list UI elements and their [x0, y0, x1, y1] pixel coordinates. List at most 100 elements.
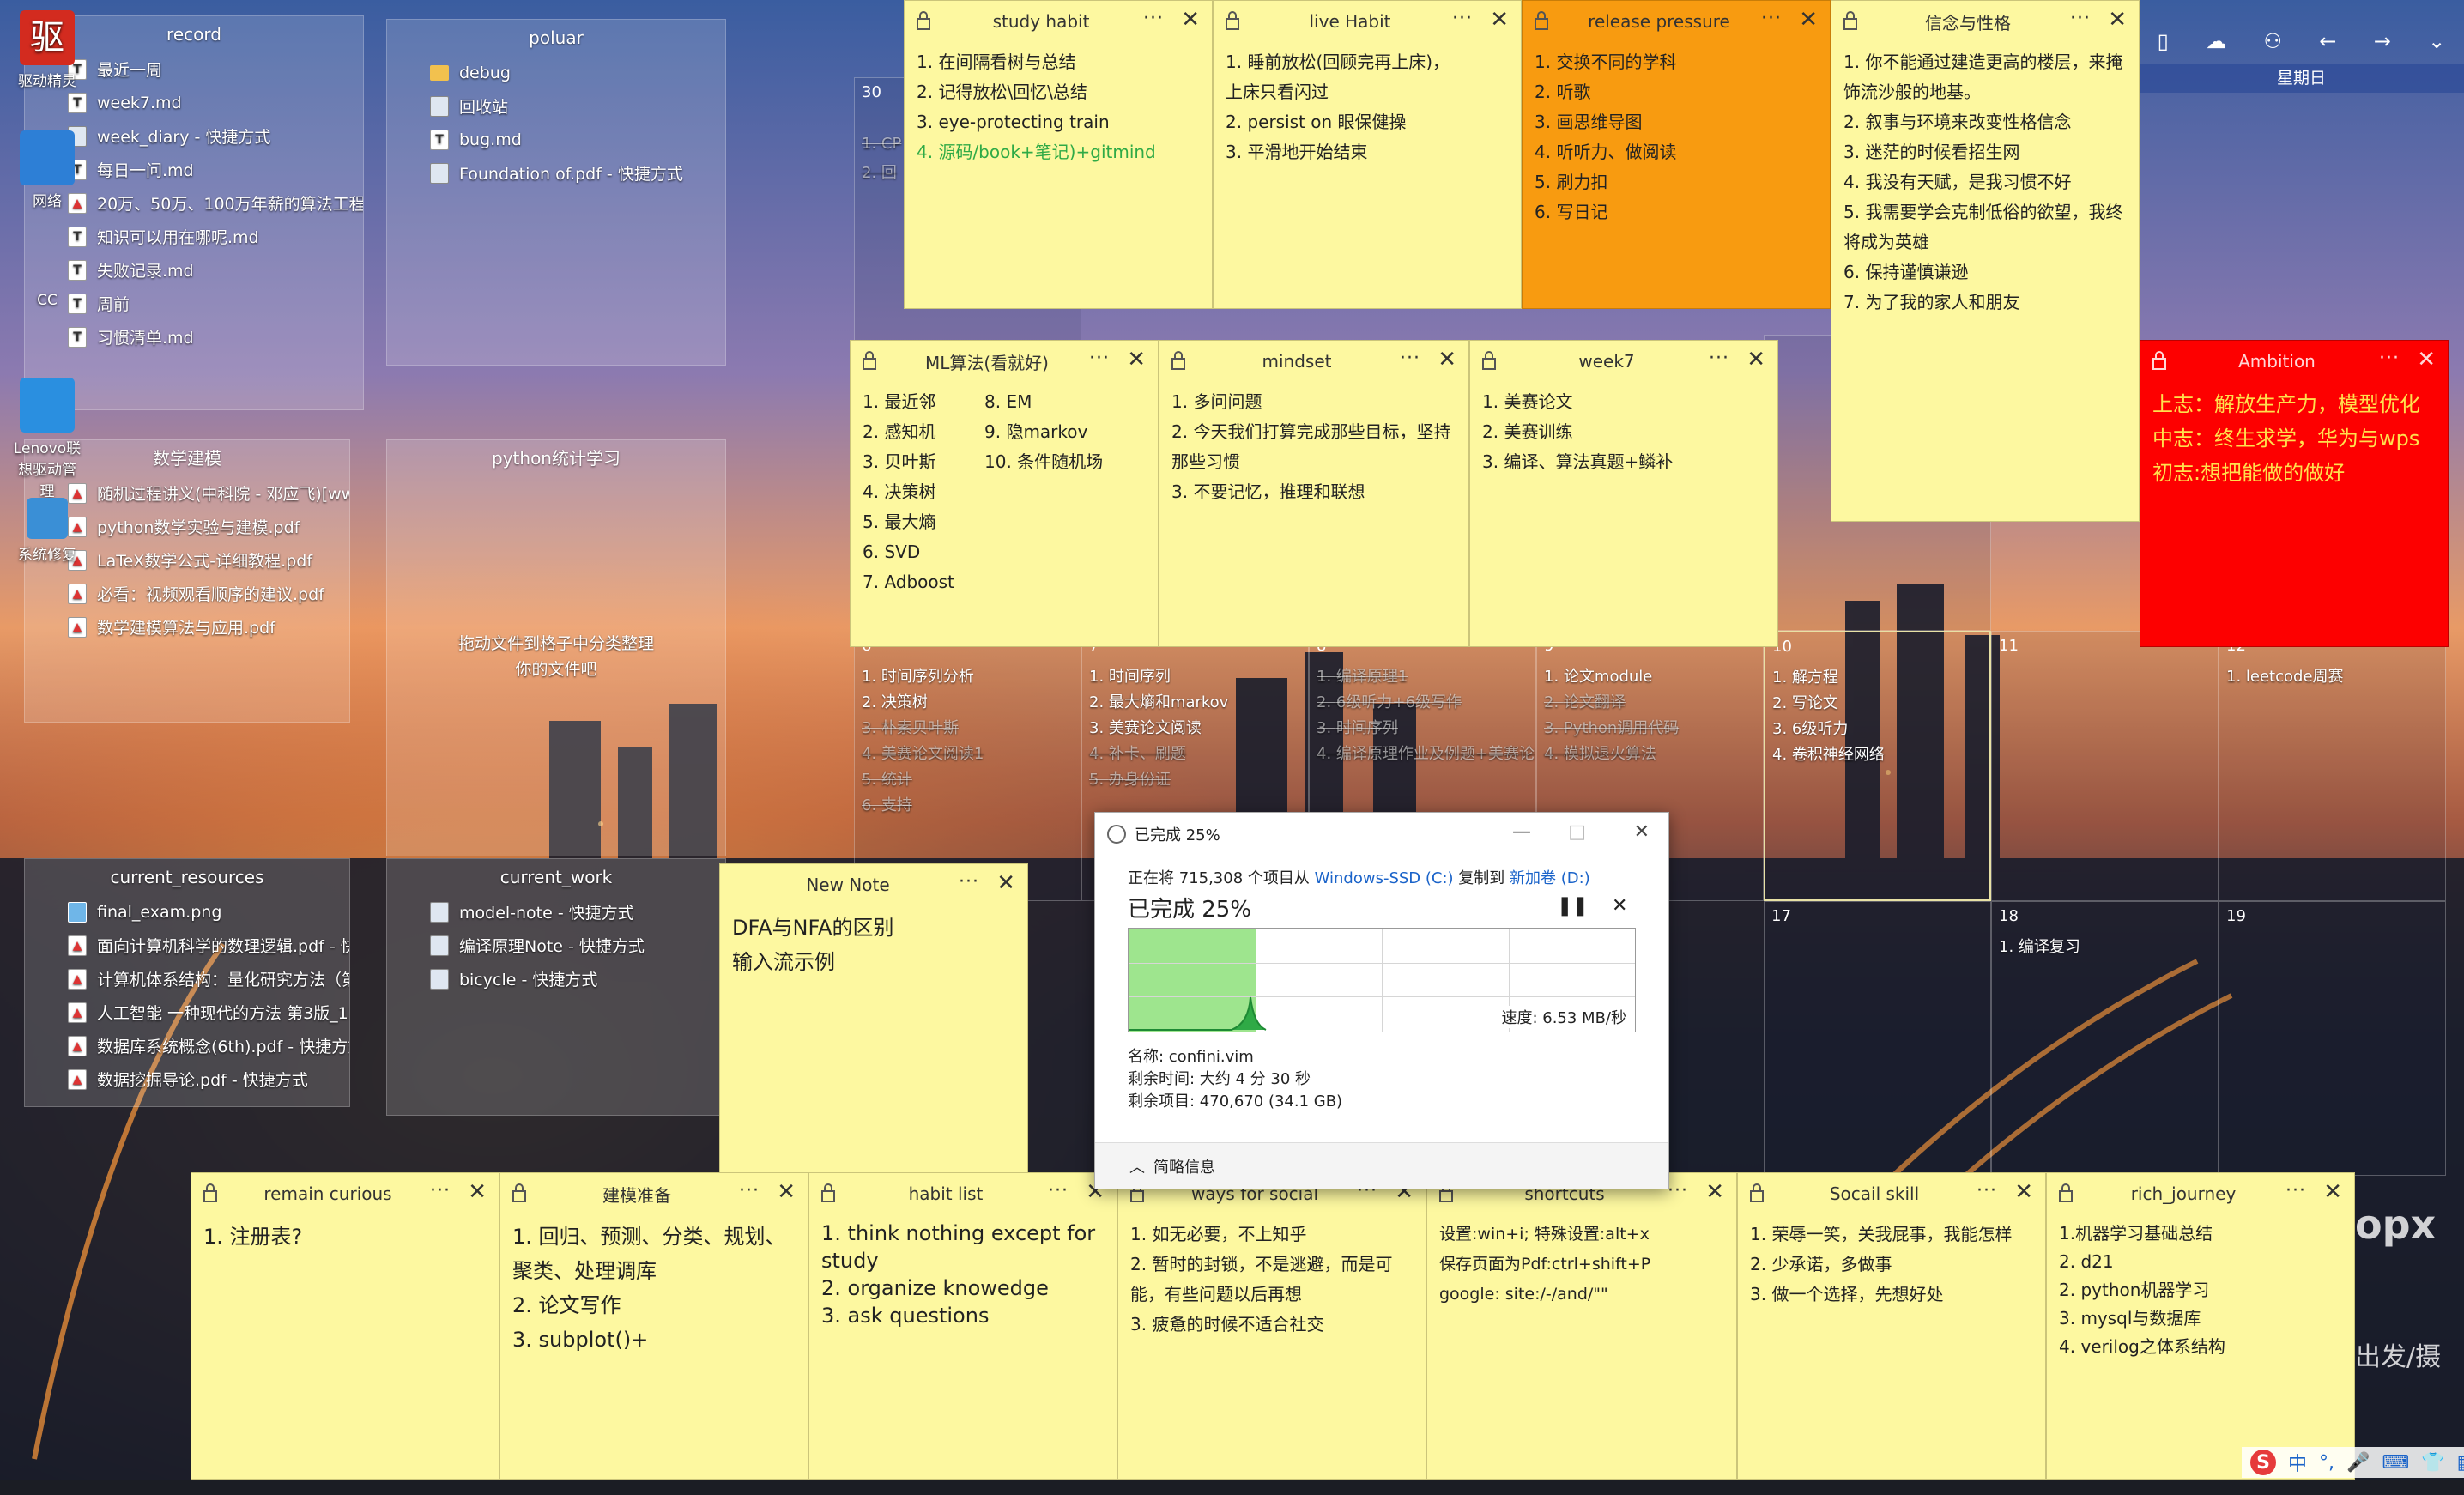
- note-body[interactable]: 1. 回归、预测、分类、规划、聚类、处理调库 2. 论文写作 3. subplot(…: [500, 1214, 808, 1362]
- pause-icon[interactable]: ❚❚: [1557, 895, 1589, 917]
- calendar-task[interactable]: 1. 论文module: [1544, 664, 1652, 687]
- lock-icon[interactable]: [917, 11, 930, 30]
- fence-file-item[interactable]: T 失败记录.md: [25, 253, 363, 287]
- shirt-icon[interactable]: 👕: [2421, 1452, 2444, 1474]
- more-icon[interactable]: ···: [1709, 348, 1729, 369]
- calendar-task[interactable]: 4. 卷积神经网络: [1772, 742, 1885, 765]
- fence-file-item[interactable]: debug: [387, 56, 725, 89]
- calendar-task[interactable]: 1. 时间序列: [1089, 664, 1171, 687]
- lock-icon[interactable]: [821, 1183, 835, 1202]
- calendar-task[interactable]: 2. 最大熵和markov: [1089, 690, 1228, 712]
- calendar-task[interactable]: 3. 美赛论文阅读: [1089, 716, 1202, 738]
- lock-icon[interactable]: [512, 1183, 526, 1202]
- calendar-task[interactable]: 1. 解方程: [1772, 665, 1838, 687]
- note-body[interactable]: 1. 美赛论文 2. 美赛训练 3. 编译、算法真题+鳞补: [1470, 382, 1777, 482]
- fence-file-item[interactable]: Foundation of.pdf - 快捷方式: [387, 156, 725, 190]
- microphone-icon[interactable]: 🎤: [2346, 1452, 2370, 1474]
- fence-file-item[interactable]: 编译原理Note - 快捷方式: [387, 929, 725, 962]
- note-social-skill[interactable]: Socail skill ··· ✕ 1. 荣辱一笑，关我屁事，我能怎样 2. 少承诺…: [1737, 1172, 2046, 1480]
- lock-icon[interactable]: [1535, 11, 1548, 30]
- note-shortcuts[interactable]: shortcuts ··· ✕ 设置:win+i; 特殊设置:alt+x 保存页面为P…: [1426, 1172, 1737, 1480]
- calendar-task[interactable]: 5. 统计: [862, 767, 912, 790]
- note-new-note[interactable]: New Note ··· ✕ DFA与NFA的区别 输入流示例: [719, 863, 1028, 1174]
- close-icon[interactable]: ✕: [996, 871, 1015, 895]
- more-icon[interactable]: ···: [430, 1180, 451, 1201]
- close-icon[interactable]: ✕: [1127, 348, 1146, 372]
- calendar-day-cell[interactable]: 18 1. 编译复习: [1991, 901, 2219, 1176]
- fence-file-item[interactable]: model-note - 快捷方式: [387, 895, 725, 929]
- more-icon[interactable]: ···: [1761, 8, 1782, 29]
- calendar-task[interactable]: 4. 编译原理作业及例题+美赛论文: [1317, 741, 1535, 764]
- calendar-task[interactable]: 4. 模拟退火算法: [1544, 741, 1656, 764]
- calendar-day-cell[interactable]: 10 1. 解方程 2. 写论文 3. 6级听力 4. 卷积神经网络: [1764, 631, 1991, 901]
- driver-genius-shortcut[interactable]: 驱 驱动精灵: [12, 10, 82, 90]
- note-habit-list[interactable]: habit list ··· ✕ 1. think nothing except f…: [808, 1172, 1117, 1480]
- calendar-task[interactable]: 1. CP: [862, 135, 901, 153]
- calendar-task[interactable]: 6. 支持: [862, 793, 912, 815]
- close-icon[interactable]: ✕: [1705, 1180, 1724, 1204]
- more-icon[interactable]: ···: [1089, 348, 1110, 369]
- calendar-task[interactable]: 3. 时间序列: [1317, 716, 1398, 738]
- lock-icon[interactable]: [1171, 351, 1185, 370]
- calendar-day-cell[interactable]: 19: [2219, 901, 2446, 1176]
- lock-icon[interactable]: [203, 1183, 217, 1202]
- lenovo-driver-shortcut[interactable]: Lenovo联想驱动管理: [12, 378, 82, 500]
- note-belief[interactable]: 信念与性格 ··· ✕ 1. 你不能通过建造更高的楼层，来掩饰流沙般的地基。 2. 叙…: [1831, 0, 2140, 522]
- close-icon[interactable]: ✕: [1490, 8, 1509, 32]
- more-icon[interactable]: ···: [739, 1180, 760, 1201]
- system-repair-shortcut[interactable]: 系统修复: [12, 498, 82, 564]
- source-link[interactable]: Windows-SSD (C:): [1315, 869, 1454, 887]
- calendar-task[interactable]: 1. 编译原理1: [1317, 664, 1408, 687]
- ime-mode[interactable]: 中: [2288, 1449, 2307, 1476]
- close-icon[interactable]: ✕: [1799, 8, 1818, 32]
- note-body[interactable]: 1. 多问问题 2. 今天我们打算完成那些目标，坚持那些习惯 3. 不要记忆，推理和…: [1159, 382, 1468, 512]
- cc-shortcut[interactable]: CC: [12, 292, 82, 309]
- network-shortcut[interactable]: 网络: [12, 130, 82, 210]
- keyboard-icon[interactable]: ⌨: [2382, 1452, 2409, 1474]
- close-icon[interactable]: ✕: [2014, 1180, 2033, 1204]
- lock-icon[interactable]: [2059, 1183, 2073, 1202]
- close-icon[interactable]: ✕: [1181, 8, 1200, 32]
- maximize-icon[interactable]: □: [1568, 821, 1586, 843]
- more-icon[interactable]: ···: [1400, 348, 1420, 369]
- lock-icon[interactable]: [2152, 351, 2166, 370]
- sogou-icon[interactable]: S: [2250, 1450, 2276, 1475]
- fence-file-item[interactable]: 回收站: [387, 89, 725, 123]
- calendar-day-cell[interactable]: 17: [1764, 901, 1991, 1176]
- note-rich-journey[interactable]: rich_journey ··· ✕ 1.机器学习基础总结 2. d21 2. pyth…: [2046, 1172, 2355, 1480]
- fence-file-item[interactable]: Tweek7.md: [25, 86, 363, 119]
- note-study-habit[interactable]: study habit ··· ✕ 1. 在间隔看树与总结 2. 记得放松\回忆\总…: [904, 0, 1213, 309]
- more-icon[interactable]: ···: [1048, 1180, 1069, 1201]
- close-icon[interactable]: ✕: [468, 1180, 487, 1204]
- lock-icon[interactable]: [1750, 1183, 1764, 1202]
- chevron-up-icon[interactable]: ︿: [1129, 1155, 1145, 1177]
- calendar-task[interactable]: 1. leetcode周赛: [2226, 664, 2344, 687]
- calendar-task[interactable]: 2. 写论文: [1772, 691, 1838, 713]
- close-icon[interactable]: ✕: [2108, 8, 2127, 32]
- destination-link[interactable]: 新加卷 (D:): [1510, 869, 1590, 887]
- less-info-button[interactable]: 简略信息: [1153, 1155, 1215, 1177]
- note-body[interactable]: DFA与NFA的区别 输入流示例: [720, 905, 1027, 984]
- lock-icon[interactable]: [1843, 11, 1857, 30]
- fence-file-item[interactable]: ▲ 数据库系统概念(6th).pdf - 快捷方式 (2): [25, 1029, 349, 1062]
- fence-file-item[interactable]: Tbug.md: [387, 123, 725, 156]
- calendar-task[interactable]: 4. 美赛论文阅读1: [862, 741, 984, 764]
- close-icon[interactable]: ✕: [1438, 348, 1456, 372]
- note-ambition[interactable]: Ambition ··· ✕ 上志：解放生产力，模型优化 中志：终生求学，华为与wps…: [2140, 340, 2449, 647]
- note-body[interactable]: 设置:win+i; 特殊设置:alt+x 保存页面为Pdf:ctrl+shift+…: [1427, 1214, 1736, 1315]
- fence-file-item[interactable]: bicycle - 快捷方式: [387, 962, 725, 996]
- note-body[interactable]: 1. 交换不同的学科 2. 听歌 3. 画思维导图 4. 听听力、做阅读 5. 刷力扣 6…: [1523, 42, 1830, 233]
- close-icon[interactable]: ✕: [1747, 348, 1765, 372]
- fence-file-item[interactable]: ▲ 面向计算机科学的数理逻辑.pdf - 快捷...: [25, 929, 349, 962]
- calendar-task[interactable]: 5. 办身份证: [1089, 767, 1171, 790]
- more-icon[interactable]: ···: [1977, 1180, 1997, 1201]
- punctuation-icon[interactable]: °,: [2319, 1452, 2334, 1474]
- fence-file-item[interactable]: T 知识可以用在哪呢.md: [25, 220, 363, 253]
- calendar-task[interactable]: 2. 决策树: [862, 690, 928, 712]
- more-icon[interactable]: ···: [1668, 1180, 1688, 1201]
- fence-file-item[interactable]: ▲ 数据挖掘导论.pdf - 快捷方式: [25, 1062, 349, 1096]
- note-body[interactable]: 1. 最近邻 2. 感知机 3. 贝叶斯 4. 决策树 5. 最大熵 6. SVD 7. A…: [851, 382, 1158, 602]
- note-body[interactable]: 上志：解放生产力，模型优化 中志：终生求学，华为与wps 初志:想把能做的做好: [2140, 382, 2448, 495]
- close-icon[interactable]: ✕: [2417, 348, 2436, 372]
- fence-file-item[interactable]: ▲ 计算机体系结构：量化研究方法（第五...: [25, 962, 349, 996]
